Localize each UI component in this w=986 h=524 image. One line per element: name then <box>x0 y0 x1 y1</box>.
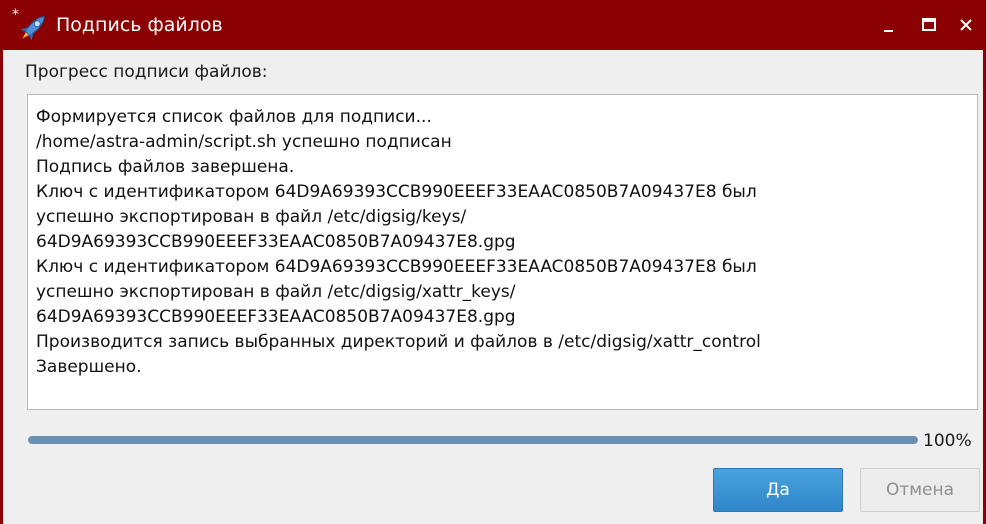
log-line: Подпись файлов завершена. <box>36 157 295 177</box>
rocket-icon: * <box>11 6 51 46</box>
progress-fill <box>28 436 918 444</box>
cancel-button[interactable]: Отмена <box>860 468 980 512</box>
log-line: 64D9A69393CCB990EEEF33EAAC0850B7A09437E8… <box>36 232 516 252</box>
log-line: Формируется список файлов для подписи... <box>36 107 432 127</box>
signing-dialog: * Подпись файлов Прогресс подписи файлов… <box>0 0 986 524</box>
maximize-icon[interactable] <box>916 12 942 38</box>
log-output[interactable]: Формируется список файлов для подписи...… <box>27 94 978 410</box>
log-line: Ключ с идентификатором 64D9A69393CCB990E… <box>36 182 757 202</box>
log-line: Производится запись выбранных директорий… <box>36 332 761 352</box>
progress-bar <box>28 436 918 444</box>
ok-button[interactable]: Да <box>713 468 843 512</box>
log-line: успешно экспортирован в файл /etc/digsig… <box>36 282 516 302</box>
window-title: Подпись файлов <box>56 14 223 36</box>
svg-text:*: * <box>12 7 19 23</box>
title-bar[interactable]: * Подпись файлов <box>3 0 983 50</box>
log-line: Ключ с идентификатором 64D9A69393CCB990E… <box>36 257 757 277</box>
log-line: успешно экспортирован в файл /etc/digsig… <box>36 207 467 227</box>
log-line: Завершено. <box>36 357 142 377</box>
progress-label: Прогресс подписи файлов: <box>25 62 268 82</box>
log-line: 64D9A69393CCB990EEEF33EAAC0850B7A09437E8… <box>36 307 516 327</box>
log-line: /home/astra-admin/script.sh успешно подп… <box>36 132 452 152</box>
close-icon[interactable] <box>953 12 979 38</box>
minimize-icon[interactable] <box>876 12 902 38</box>
progress-percent: 100% <box>923 431 972 451</box>
